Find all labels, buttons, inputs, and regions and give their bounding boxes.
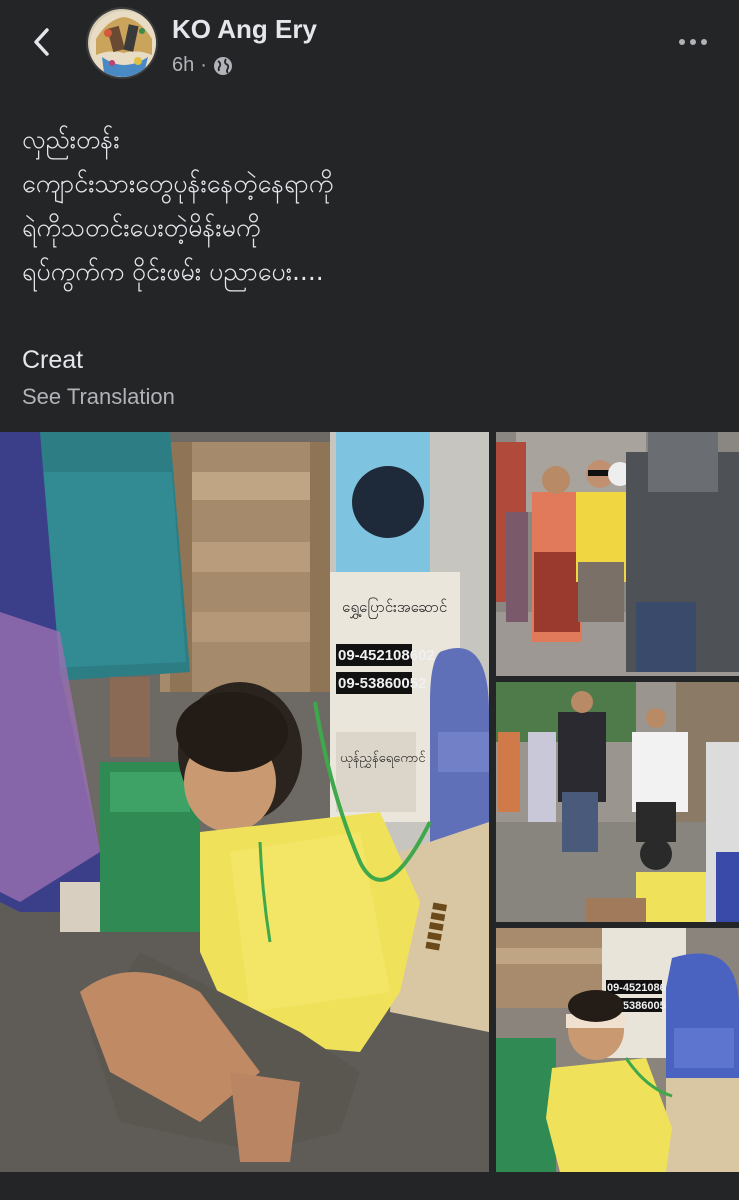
post-line: ရဲကိုသတင်းပေးတဲ့မိန်းမကို [22,213,261,242]
see-translation-link[interactable]: See Translation [22,384,175,410]
post-line: လှည်းတန်း [22,125,120,154]
post-credit: Creat [22,346,84,374]
photo-bottom-right[interactable]: 09-452108602 09-53860052 [496,928,739,1172]
more-dot-icon [679,39,685,45]
author-name[interactable]: KO Ang Ery [172,14,317,45]
post-body: လှည်းတန်း ကျောင်းသားတွေပုန်းနေတဲ့နေရာကို… [22,118,712,294]
chevron-left-icon [34,28,49,56]
meta-separator: · [200,54,207,76]
post-footer-space [0,1172,739,1200]
poster-phone: 09-452108602 [338,647,435,664]
poster-phone: 09-53860052 [338,675,426,692]
photo-main[interactable]: ရွှေ့ပြောင်းအဆောင် 09-452108602 09-53860… [0,432,489,1172]
photo-top-right[interactable] [496,432,739,676]
more-dot-icon [690,39,696,45]
author-avatar[interactable] [86,7,158,79]
photo-middle-right[interactable] [496,682,739,922]
back-button[interactable] [26,26,58,58]
post-header: KO Ang Ery 6h · [0,0,739,90]
globe-icon [213,56,232,75]
post-line: ရပ်ကွက်က ဝိုင်းဖမ်း ပညာပေး.... [22,257,324,286]
post-line: ကျောင်းသားတွေပုန်းနေတဲ့နေရာကို [22,169,334,198]
poster-top-text: ယုန်ညွှန်ရေကောင် [340,750,426,768]
post-meta: 6h · [172,54,233,77]
poster-label: ရွှေ့ပြောင်းအဆောင် [342,597,447,619]
more-options-button[interactable] [675,30,711,54]
more-dot-icon [701,39,707,45]
post-time[interactable]: 6h [172,54,194,77]
